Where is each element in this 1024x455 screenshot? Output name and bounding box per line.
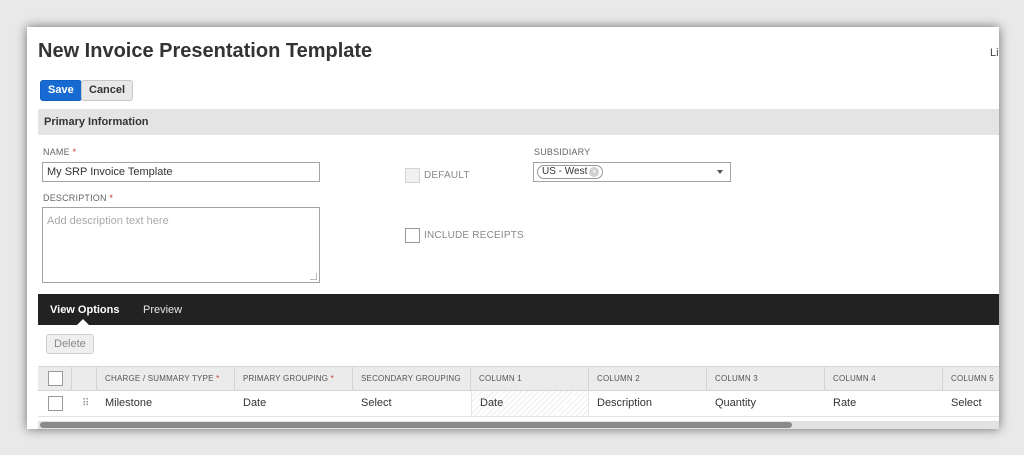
caret-down-icon[interactable]: [717, 170, 723, 174]
cell-secondary-grouping[interactable]: Select: [353, 391, 471, 416]
resize-grip-icon[interactable]: [310, 273, 317, 280]
subtab-bar: View Options Preview: [38, 294, 999, 325]
header-column-5[interactable]: COLUMN 5: [943, 367, 999, 390]
subsidiary-select[interactable]: US - West ×: [533, 162, 731, 182]
drag-handle-icon[interactable]: ⠿: [82, 399, 90, 409]
horizontal-scrollbar[interactable]: [38, 421, 999, 429]
name-label-text: NAME: [43, 147, 70, 157]
header-primary-grouping[interactable]: PRIMARY GROUPING *: [235, 367, 353, 390]
header-column-1[interactable]: COLUMN 1: [471, 367, 589, 390]
name-label: NAME *: [43, 147, 76, 157]
delete-button[interactable]: Delete: [46, 334, 94, 354]
header-secondary-grouping[interactable]: SECONDARY GROUPING: [353, 367, 471, 390]
header-label: CHARGE / SUMMARY TYPE: [105, 374, 214, 383]
cell-charge-summary-type[interactable]: Milestone: [97, 391, 235, 416]
x-circle-icon[interactable]: ×: [589, 167, 600, 177]
header-label: PRIMARY GROUPING: [243, 374, 329, 383]
primary-information-section[interactable]: Primary Information: [38, 109, 999, 135]
required-mark: *: [72, 147, 77, 157]
subsidiary-chip[interactable]: US - West ×: [537, 165, 604, 179]
required-mark: *: [330, 374, 334, 383]
header-select-all-cell: [38, 367, 72, 390]
view-options-table: CHARGE / SUMMARY TYPE * PRIMARY GROUPING…: [38, 366, 999, 419]
header-column-3[interactable]: COLUMN 3: [707, 367, 825, 390]
scrollbar-thumb[interactable]: [40, 422, 792, 428]
name-input[interactable]: My SRP Invoice Template: [42, 162, 320, 182]
cell-column-1[interactable]: Date: [471, 391, 589, 416]
header-charge-summary-type[interactable]: CHARGE / SUMMARY TYPE *: [97, 367, 235, 390]
tab-preview[interactable]: Preview: [143, 304, 182, 316]
cancel-button[interactable]: Cancel: [81, 80, 134, 101]
required-mark: *: [216, 374, 220, 383]
cell-column-2[interactable]: Description: [589, 391, 707, 416]
description-textarea[interactable]: Add description text here: [42, 207, 320, 283]
save-button[interactable]: Save: [40, 80, 82, 101]
subsidiary-label: SUBSIDIARY: [534, 147, 591, 157]
required-mark: *: [109, 193, 114, 203]
cell-column-4[interactable]: Rate: [825, 391, 943, 416]
table-row[interactable]: ⠿ Milestone Date Select Date Description…: [38, 391, 999, 417]
default-checkbox[interactable]: [405, 168, 420, 183]
row-checkbox[interactable]: [48, 396, 63, 411]
default-label: DEFAULT: [424, 170, 470, 181]
header-drag-cell: [72, 367, 97, 390]
active-tab-pointer-icon: [77, 319, 89, 325]
header-column-2[interactable]: COLUMN 2: [589, 367, 707, 390]
cell-column-3[interactable]: Quantity: [707, 391, 825, 416]
include-receipts-checkbox[interactable]: [405, 228, 420, 243]
description-placeholder: Add description text here: [47, 215, 169, 227]
header-right-text: Li: [990, 47, 999, 59]
cell-column-5[interactable]: Select: [943, 391, 999, 416]
subsidiary-chip-label: US - West: [542, 166, 588, 177]
page-title: New Invoice Presentation Template: [38, 40, 373, 62]
form-card: New Invoice Presentation Template Li Sav…: [27, 27, 999, 429]
header-column-4[interactable]: COLUMN 4: [825, 367, 943, 390]
section-title: Primary Information: [44, 116, 149, 128]
select-all-checkbox[interactable]: [48, 371, 63, 386]
table-header: CHARGE / SUMMARY TYPE * PRIMARY GROUPING…: [38, 366, 999, 391]
tab-view-options[interactable]: View Options: [50, 304, 119, 316]
description-label: DESCRIPTION *: [43, 193, 113, 203]
cell-primary-grouping[interactable]: Date: [235, 391, 353, 416]
description-label-text: DESCRIPTION: [43, 193, 107, 203]
include-receipts-label: INCLUDE RECEIPTS: [424, 230, 524, 241]
